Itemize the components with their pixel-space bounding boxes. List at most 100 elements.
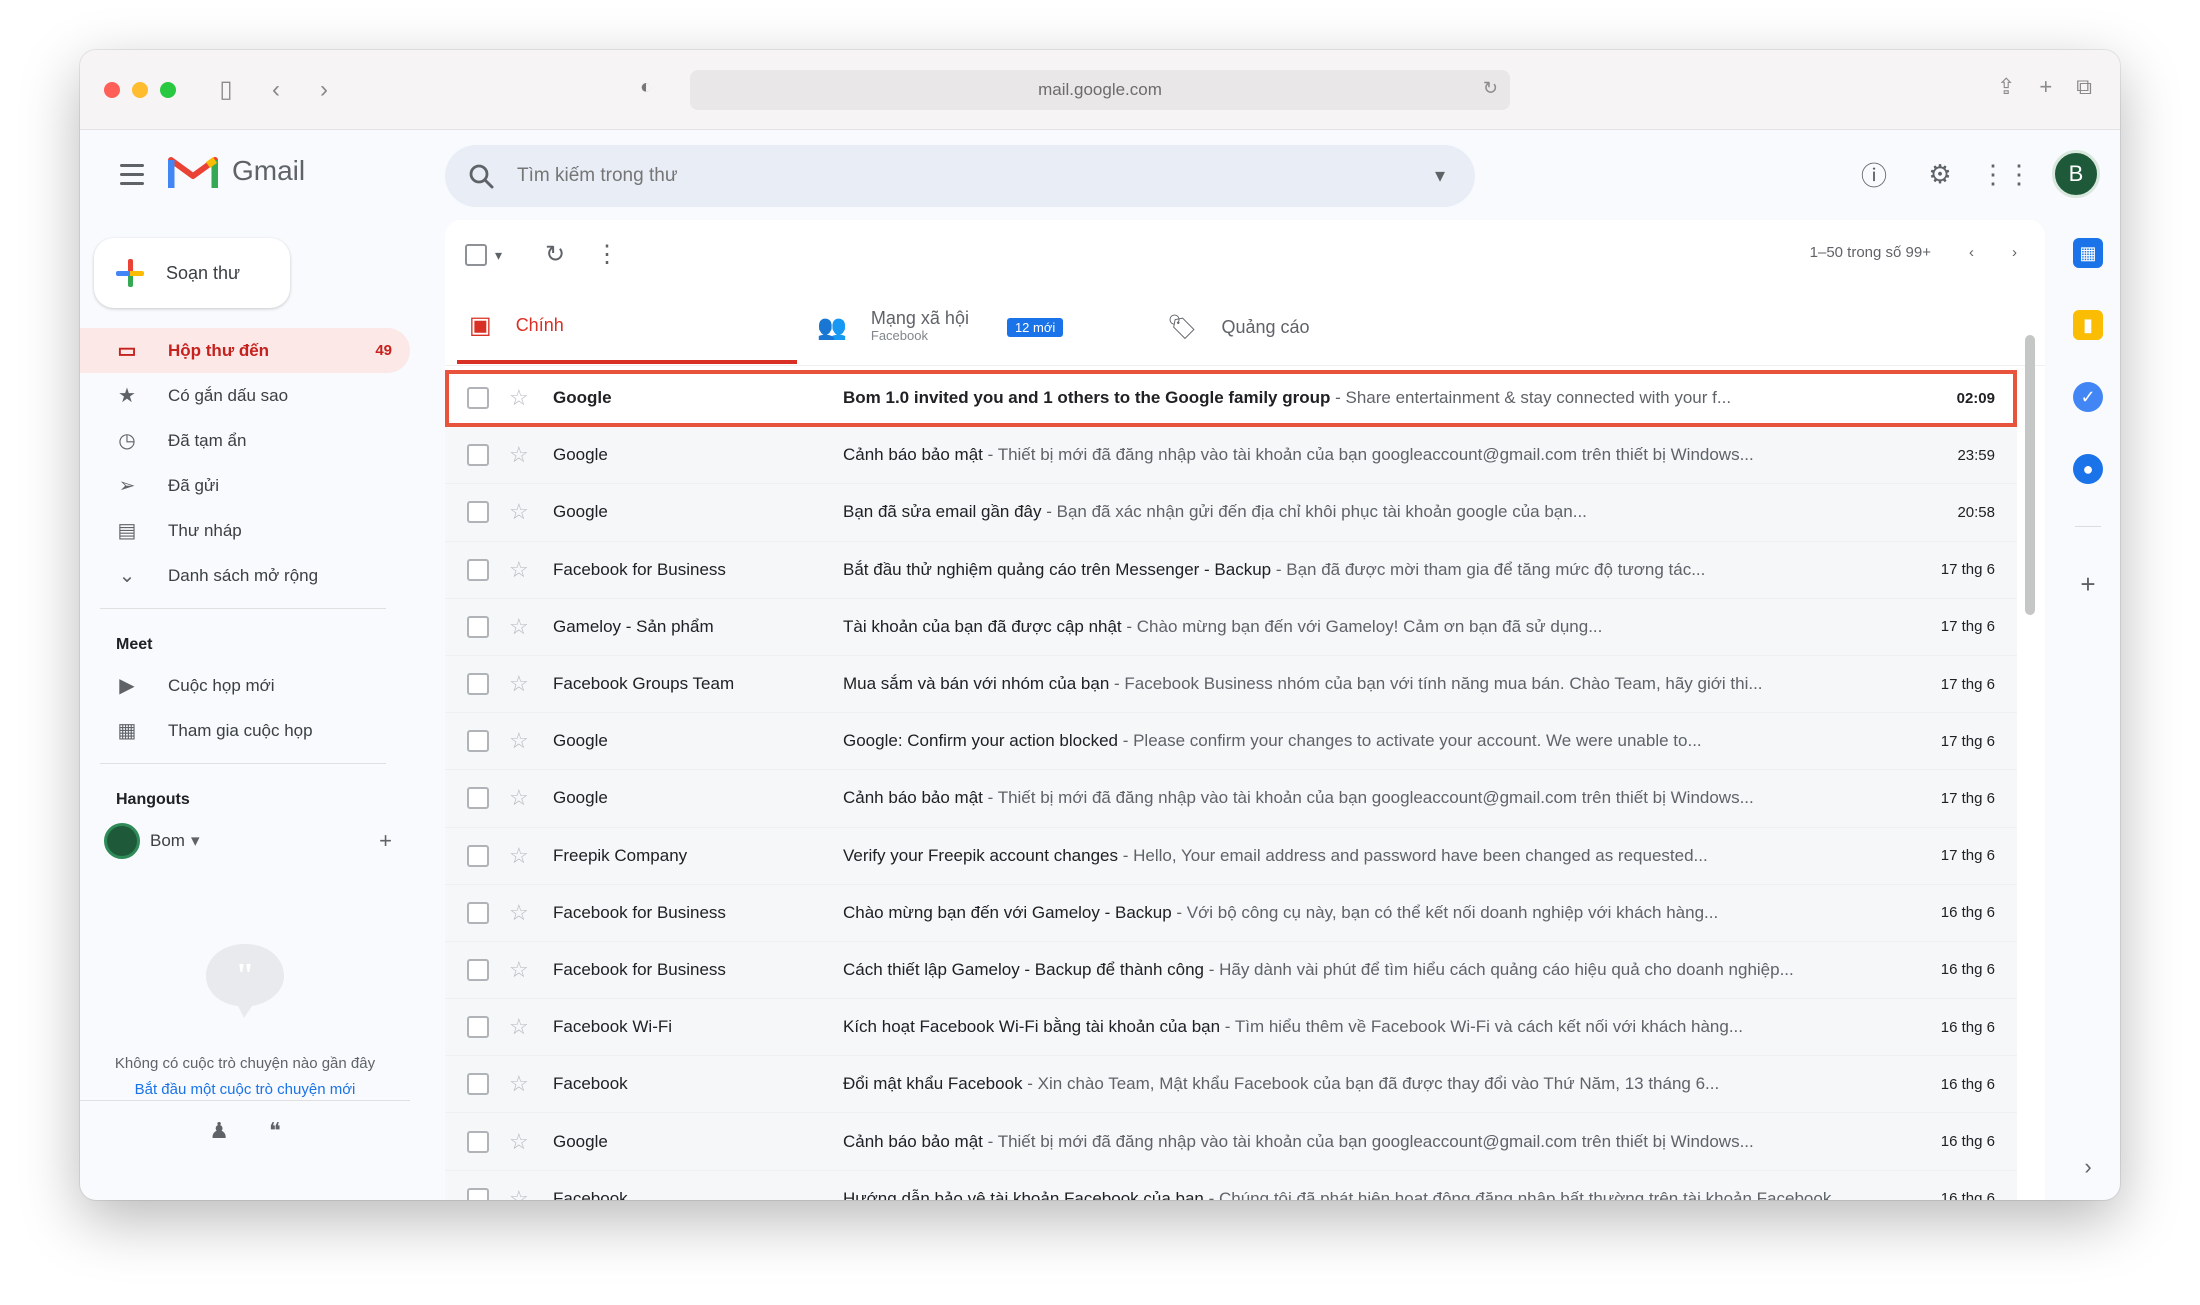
refresh-icon[interactable]: ↻ xyxy=(545,240,565,269)
email-row[interactable]: ☆ Freepik Company Verify your Freepik acco… xyxy=(445,827,2017,885)
close-window-button[interactable] xyxy=(104,81,120,98)
contacts-icon[interactable]: ● xyxy=(2073,454,2103,484)
email-row[interactable]: ☆ Facebook for Business Cách thiết lập Gam… xyxy=(445,941,2017,1000)
star-icon[interactable]: ☆ xyxy=(509,957,533,983)
star-icon[interactable]: ☆ xyxy=(509,1129,533,1155)
star-icon[interactable]: ☆ xyxy=(509,442,533,468)
row-checkbox[interactable] xyxy=(467,844,489,867)
row-checkbox[interactable] xyxy=(467,387,489,410)
main-menu-icon[interactable] xyxy=(114,156,150,192)
row-checkbox[interactable] xyxy=(467,958,489,981)
email-row[interactable]: ☆ Google Cảnh báo bảo mật - Thiết bị mới đ… xyxy=(445,427,2017,485)
search-icon[interactable] xyxy=(467,162,495,190)
address-bar[interactable]: mail.google.com ↻ xyxy=(690,70,1510,110)
star-icon[interactable]: ☆ xyxy=(509,499,533,525)
star-icon[interactable]: ☆ xyxy=(509,1014,533,1040)
row-checkbox[interactable] xyxy=(467,558,489,581)
email-row[interactable]: ☆ Google Google: Confirm your action block… xyxy=(445,713,2017,771)
email-row[interactable]: ☆ Google Bạn đã sửa email gần đây - Bạn đã… xyxy=(445,484,2017,542)
chevron-down-icon[interactable]: ▾ xyxy=(495,247,502,264)
star-icon[interactable]: ☆ xyxy=(509,843,533,869)
star-icon[interactable]: ☆ xyxy=(509,1186,533,1200)
compose-button[interactable]: Soạn thư xyxy=(94,238,290,308)
row-checkbox[interactable] xyxy=(467,787,489,810)
chevron-down-icon[interactable]: ▾ xyxy=(191,831,200,851)
gmail-logo[interactable]: Gmail xyxy=(168,152,305,190)
row-checkbox[interactable] xyxy=(467,501,489,524)
email-row[interactable]: ☆ Facebook Wi-Fi Kích hoạt Facebook Wi-Fi … xyxy=(445,999,2017,1057)
star-icon[interactable]: ☆ xyxy=(509,1071,533,1097)
start-chat-link[interactable]: Bắt đầu một cuộc trò chuyện mới xyxy=(80,1081,410,1098)
hangouts-user[interactable]: Bom ▾ + xyxy=(80,818,410,863)
account-avatar[interactable]: B xyxy=(2052,150,2100,198)
row-checkbox[interactable] xyxy=(467,1130,489,1153)
row-checkbox[interactable] xyxy=(467,1187,489,1200)
prev-page-icon[interactable]: ‹ xyxy=(1969,244,1974,261)
sidebar-nav: ▭ Hộp thư đến 49 ★ Có gắn dấu sao ◷ Đã t… xyxy=(80,328,410,863)
add-addon-icon[interactable]: + xyxy=(2073,569,2103,600)
tab-overview-icon[interactable]: ⧉ xyxy=(2076,74,2092,100)
row-checkbox[interactable] xyxy=(467,444,489,467)
reload-icon[interactable]: ↻ xyxy=(1483,78,1498,99)
add-contact-button[interactable]: + xyxy=(379,828,392,854)
scrollbar[interactable] xyxy=(2025,335,2035,615)
row-checkbox[interactable] xyxy=(467,1073,489,1096)
star-icon[interactable]: ☆ xyxy=(509,900,533,926)
star-icon[interactable]: ☆ xyxy=(509,557,533,583)
settings-gear-icon[interactable]: ⚙ xyxy=(1920,154,1960,194)
next-page-icon[interactable]: › xyxy=(2012,244,2017,261)
email-row[interactable]: ☆ Facebook Groups Team Mua sắm và bán với … xyxy=(445,655,2017,714)
email-row[interactable]: ☆ Facebook for Business Bắt đầu thử nghiệm… xyxy=(445,541,2017,599)
tab-social[interactable]: 👥 Mạng xã hội Facebook 12 mới xyxy=(805,290,1145,364)
row-checkbox[interactable] xyxy=(467,730,489,753)
star-icon[interactable]: ☆ xyxy=(509,785,533,811)
email-row[interactable]: ☆ Gameloy - Sản phẩm Tài khoản của bạn đã … xyxy=(445,598,2017,656)
email-row[interactable]: ☆ Google Cảnh báo bảo mật - Thiết bị mới đ… xyxy=(445,1113,2017,1171)
select-all-checkbox[interactable] xyxy=(465,244,487,266)
star-icon[interactable]: ☆ xyxy=(509,614,533,640)
sidebar-item-join-meeting[interactable]: ▦ Tham gia cuộc họp xyxy=(80,708,410,753)
search-bar[interactable]: ▾ xyxy=(445,145,1475,207)
row-checkbox[interactable] xyxy=(467,901,489,924)
email-row[interactable]: ☆ Facebook for Business Chào mừng bạn đến … xyxy=(445,884,2017,942)
apps-grid-icon[interactable]: ⋮⋮ xyxy=(1980,154,2032,194)
new-tab-icon[interactable]: + xyxy=(2039,74,2052,100)
sidebar-item-more[interactable]: ⌄ Danh sách mở rộng xyxy=(80,553,410,598)
select-all[interactable]: ▾ xyxy=(465,244,502,266)
back-icon[interactable]: ‹ xyxy=(262,76,290,104)
tab-promotions[interactable]: 🏷 Quảng cáo xyxy=(1155,290,1495,364)
row-checkbox[interactable] xyxy=(467,1016,489,1039)
share-icon[interactable]: ⇪ xyxy=(1997,74,2015,100)
email-row[interactable]: ☆ Facebook Đổi mật khẩu Facebook - Xin chà… xyxy=(445,1056,2017,1114)
sidebar-item-drafts[interactable]: ▤ Thư nháp xyxy=(80,508,410,553)
sidebar-item-new-meeting[interactable]: ▶ Cuộc họp mới xyxy=(80,663,410,708)
star-icon[interactable]: ☆ xyxy=(509,385,533,411)
keep-icon[interactable]: ▮ xyxy=(2073,310,2103,340)
star-icon[interactable]: ☆ xyxy=(509,671,533,697)
sidebar-item-snoozed[interactable]: ◷ Đã tạm ẩn xyxy=(80,418,410,463)
row-checkbox[interactable] xyxy=(467,673,489,696)
search-options-icon[interactable]: ▾ xyxy=(1435,163,1445,188)
forward-icon[interactable]: › xyxy=(310,76,338,104)
minimize-window-button[interactable] xyxy=(132,81,148,98)
email-row[interactable]: ☆ Google Bom 1.0 invited you and 1 others … xyxy=(445,370,2017,428)
more-options-icon[interactable]: ⋮ xyxy=(595,240,619,269)
maximize-window-button[interactable] xyxy=(160,81,176,98)
privacy-shield-icon[interactable]: ◐ xyxy=(640,76,652,99)
chevron-right-icon[interactable]: › xyxy=(2084,1154,2091,1180)
star-icon[interactable]: ☆ xyxy=(509,728,533,754)
person-icon[interactable]: ♟ xyxy=(209,1118,229,1144)
calendar-icon[interactable]: ▦ xyxy=(2073,238,2103,268)
sidebar-item-sent[interactable]: ➢ Đã gửi xyxy=(80,463,410,508)
email-row[interactable]: ☆ Google Cảnh báo bảo mật - Thiết bị mới đ… xyxy=(445,770,2017,828)
sidebar-item-inbox[interactable]: ▭ Hộp thư đến 49 xyxy=(80,328,410,373)
sidebar-item-starred[interactable]: ★ Có gắn dấu sao xyxy=(80,373,410,418)
search-input[interactable] xyxy=(517,165,1377,187)
tab-primary[interactable]: ▣ Chính xyxy=(457,290,797,364)
sidebar-toggle-icon[interactable]: ▯ xyxy=(212,76,240,104)
tasks-icon[interactable]: ✓ xyxy=(2073,382,2103,412)
row-checkbox[interactable] xyxy=(467,615,489,638)
chat-icon[interactable]: ❝ xyxy=(269,1118,281,1144)
email-row[interactable]: ☆ Facebook Hướng dẫn bảo vệ tài khoản Face… xyxy=(445,1170,2017,1200)
support-icon[interactable]: ⓘ xyxy=(1854,154,1894,194)
